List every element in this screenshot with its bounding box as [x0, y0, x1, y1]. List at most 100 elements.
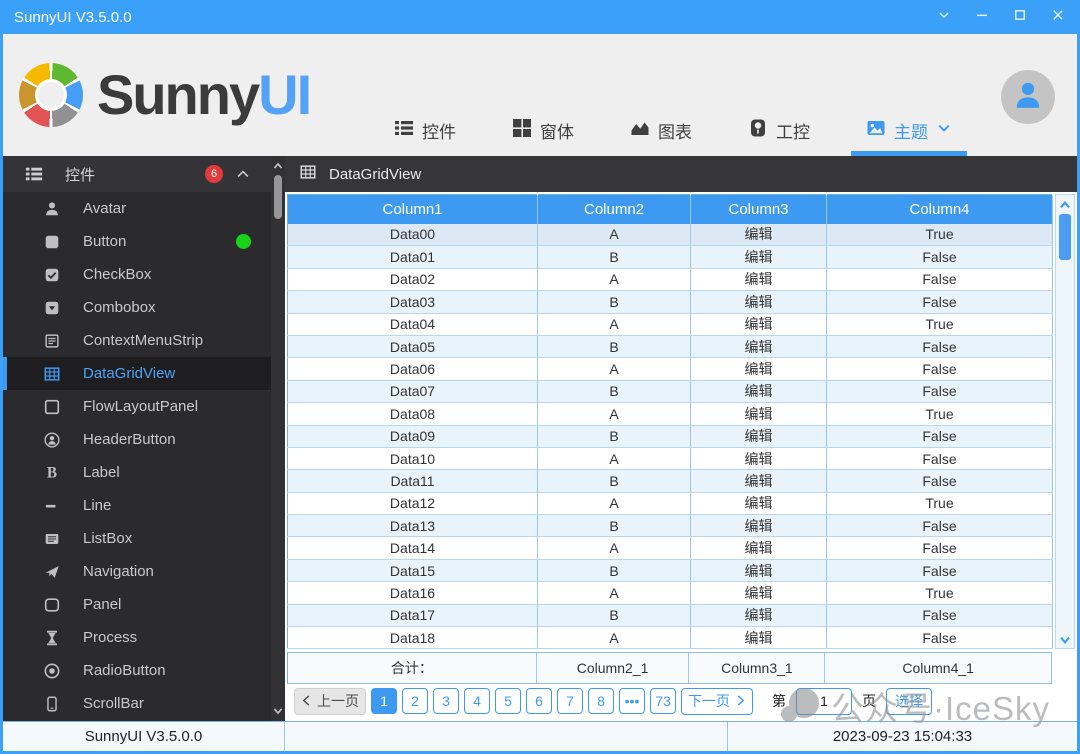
- scroll-down-icon[interactable]: [1057, 632, 1073, 646]
- table-row[interactable]: Data05 B 编辑 False: [287, 335, 1053, 359]
- window-minimize-button[interactable]: [974, 9, 990, 25]
- page-button-73[interactable]: 73: [650, 688, 676, 715]
- table-row[interactable]: Data03 B 编辑 False: [287, 290, 1053, 314]
- table-cell: Data07: [287, 380, 538, 404]
- sidebar-item-datagridview[interactable]: DataGridView: [3, 357, 285, 390]
- window-maximize-button[interactable]: [1012, 9, 1028, 25]
- tab-list[interactable]: 控件: [379, 110, 471, 156]
- statusbar: SunnyUI V3.5.0.0 2023-09-23 15:04:33: [3, 721, 1077, 751]
- column-header[interactable]: Column3: [690, 194, 827, 224]
- table-cell: A: [537, 536, 691, 560]
- tab-gauge[interactable]: 工控: [733, 110, 825, 156]
- table-row[interactable]: Data13 B 编辑 False: [287, 514, 1053, 538]
- sidebar-item-contextmenustrip[interactable]: ContextMenuStrip: [3, 324, 285, 357]
- table-row[interactable]: Data00 A 编辑 True: [287, 223, 1053, 247]
- table-cell: B: [537, 469, 691, 493]
- table-cell: Data05: [287, 335, 538, 359]
- scrollbar-thumb[interactable]: [274, 175, 282, 219]
- table-cell: False: [826, 604, 1053, 628]
- table-scrollbar[interactable]: [1055, 194, 1075, 650]
- tab-image[interactable]: 主题: [851, 110, 967, 156]
- table-cell: False: [826, 626, 1053, 650]
- table-cell: 编辑: [690, 514, 827, 538]
- sidebar-item-combobox[interactable]: Combobox: [3, 291, 285, 324]
- page-button-4[interactable]: 4: [464, 688, 490, 715]
- jump-prefix-label: 第: [772, 693, 786, 710]
- sidebar-scrollbar[interactable]: [271, 156, 285, 721]
- sidebar-item-panel[interactable]: Panel: [3, 588, 285, 621]
- sidebar-item-headerbutton[interactable]: HeaderButton: [3, 423, 285, 456]
- sidebar-item-label[interactable]: B Label: [3, 456, 285, 489]
- table-cell: 编辑: [690, 469, 827, 493]
- sidebar-item-flowlayoutpanel[interactable]: FlowLayoutPanel: [3, 390, 285, 423]
- sidebar-item-radiobutton[interactable]: RadioButton: [3, 654, 285, 687]
- prev-page-button[interactable]: 上一页: [294, 687, 366, 715]
- window-extend-button[interactable]: [936, 9, 952, 25]
- header: SunnyUI 控件 窗体 图表 工控 主题: [3, 34, 1077, 156]
- table-cell: 编辑: [690, 626, 827, 650]
- user-avatar[interactable]: [1001, 70, 1055, 124]
- table-cell: False: [826, 268, 1053, 292]
- table-cell: False: [826, 425, 1053, 448]
- table-row[interactable]: Data02 A 编辑 False: [287, 268, 1053, 292]
- column-header[interactable]: Column2: [537, 194, 691, 224]
- sidebar-item-checkbox[interactable]: CheckBox: [3, 258, 285, 291]
- table-row[interactable]: Data09 B 编辑 False: [287, 425, 1053, 448]
- page-button-8[interactable]: 8: [588, 688, 614, 715]
- table-row[interactable]: Data18 A 编辑 False: [287, 626, 1053, 650]
- scroll-down-icon[interactable]: [271, 704, 285, 718]
- table-row[interactable]: Data10 A 编辑 False: [287, 447, 1053, 471]
- table-row[interactable]: Data12 A 编辑 True: [287, 492, 1053, 516]
- table-row[interactable]: Data04 A 编辑 True: [287, 313, 1053, 336]
- sidebar-item-avatar[interactable]: Avatar: [3, 192, 285, 225]
- sidebar-item-process[interactable]: Process: [3, 621, 285, 654]
- panel-title-text: DataGridView: [329, 165, 422, 183]
- table-cell: 编辑: [690, 559, 827, 583]
- table-row[interactable]: Data16 A 编辑 True: [287, 581, 1053, 605]
- table-row[interactable]: Data17 B 编辑 False: [287, 604, 1053, 628]
- table-row[interactable]: Data15 B 编辑 False: [287, 559, 1053, 583]
- page-ellipsis-button[interactable]: •••: [619, 688, 645, 715]
- logo-text: SunnyUI: [97, 63, 312, 126]
- line-icon: [43, 497, 61, 515]
- page-jump-input[interactable]: [796, 687, 852, 715]
- window-close-button[interactable]: [1050, 9, 1066, 25]
- page-button-1[interactable]: 1: [371, 688, 397, 715]
- column-header[interactable]: Column1: [287, 194, 538, 224]
- page-button-3[interactable]: 3: [433, 688, 459, 715]
- scrollbar-icon: [43, 695, 61, 713]
- sidebar-item-scrollbar[interactable]: ScrollBar: [3, 687, 285, 720]
- table-cell: Data11: [287, 469, 538, 493]
- column-header[interactable]: Column4: [826, 194, 1053, 224]
- select-page-button[interactable]: 选择: [886, 687, 932, 715]
- table-row[interactable]: Data07 B 编辑 False: [287, 380, 1053, 404]
- table-cell: False: [826, 357, 1053, 381]
- page-button-6[interactable]: 6: [526, 688, 552, 715]
- sidebar-item-line[interactable]: Line: [3, 489, 285, 522]
- table-cell: Data17: [287, 604, 538, 628]
- table-row[interactable]: Data01 B 编辑 False: [287, 245, 1053, 269]
- page-button-2[interactable]: 2: [402, 688, 428, 715]
- table-row[interactable]: Data11 B 编辑 False: [287, 469, 1053, 493]
- main-body: 控件 6 Avatar Button CheckBox Combobox Context…: [3, 156, 1077, 721]
- table-row[interactable]: Data14 A 编辑 False: [287, 536, 1053, 560]
- next-page-button[interactable]: 下一页: [681, 687, 753, 715]
- close-icon: [1051, 8, 1065, 27]
- tab-chart[interactable]: 图表: [615, 110, 707, 156]
- flowpanel-icon: [43, 398, 61, 416]
- page-button-7[interactable]: 7: [557, 688, 583, 715]
- sidebar-item-button[interactable]: Button: [3, 225, 285, 258]
- table-row[interactable]: Data08 A 编辑 True: [287, 402, 1053, 426]
- scroll-up-icon[interactable]: [271, 159, 285, 173]
- table-cell: 编辑: [690, 447, 827, 471]
- table-row[interactable]: Data06 A 编辑 False: [287, 357, 1053, 381]
- collapse-chevron-up-icon[interactable]: [235, 166, 251, 182]
- sidebar-header[interactable]: 控件 6: [3, 156, 285, 192]
- tab-windows[interactable]: 窗体: [497, 110, 589, 156]
- sidebar-item-listbox[interactable]: ListBox: [3, 522, 285, 555]
- sidebar-item-navigation[interactable]: Navigation: [3, 555, 285, 588]
- list-icon: [394, 118, 414, 143]
- scrollbar-thumb[interactable]: [1059, 214, 1071, 260]
- page-button-5[interactable]: 5: [495, 688, 521, 715]
- scroll-up-icon[interactable]: [1057, 197, 1073, 211]
